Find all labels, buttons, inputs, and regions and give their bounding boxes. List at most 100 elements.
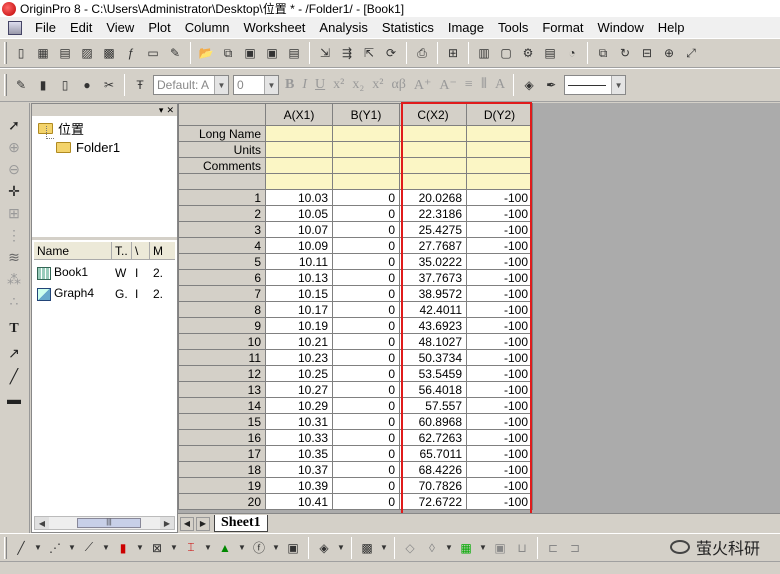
menu-edit[interactable]: Edit xyxy=(63,17,99,38)
pointer-icon[interactable]: ➚ xyxy=(4,115,24,135)
cell-a[interactable]: 10.05 xyxy=(265,205,333,222)
chevron-down-icon[interactable]: ▼ xyxy=(33,538,43,558)
sparkline-cell[interactable] xyxy=(265,173,333,190)
cell-a[interactable]: 10.35 xyxy=(265,445,333,462)
cell-d[interactable]: -100 xyxy=(466,301,533,318)
scroll-left-icon[interactable]: ◀ xyxy=(35,517,49,529)
row-number[interactable]: 7 xyxy=(178,285,266,302)
recalculate-icon[interactable]: ⟳ xyxy=(381,43,401,63)
cell-d[interactable]: -100 xyxy=(466,317,533,334)
new-notes-icon[interactable]: ✎ xyxy=(165,43,185,63)
row-number[interactable]: 1 xyxy=(178,189,266,206)
refresh-icon[interactable]: ↻ xyxy=(615,43,635,63)
menu-plot[interactable]: Plot xyxy=(141,17,177,38)
polar-plot-icon[interactable]: ⓕ xyxy=(249,538,269,558)
units-cell[interactable] xyxy=(265,141,333,158)
cell-c[interactable]: 50.3734 xyxy=(399,349,467,366)
cell-b[interactable]: 0 xyxy=(332,381,400,398)
cell-c[interactable]: 22.3186 xyxy=(399,205,467,222)
row-number[interactable]: 16 xyxy=(178,429,266,446)
font-select[interactable]: Default: A ▼ xyxy=(153,75,229,95)
cell-a[interactable]: 10.37 xyxy=(265,461,333,478)
data-selector-icon[interactable]: ⊞ xyxy=(4,203,24,223)
profile-plot-icon[interactable]: ⊔ xyxy=(512,538,532,558)
cell-d[interactable]: -100 xyxy=(466,205,533,222)
pie-chart-icon[interactable]: ◔ xyxy=(562,43,582,63)
save-window-icon[interactable]: ▣ xyxy=(262,43,282,63)
mask-icon[interactable]: ▮ xyxy=(33,75,53,95)
cell-c[interactable]: 70.7826 xyxy=(399,477,467,494)
cell-d[interactable]: -100 xyxy=(466,477,533,494)
cell-c[interactable]: 57.557 xyxy=(399,397,467,414)
cell-b[interactable]: 0 xyxy=(332,221,400,238)
sparkline-cell[interactable] xyxy=(399,173,467,190)
corner-cell[interactable] xyxy=(178,103,266,126)
row-number[interactable]: 20 xyxy=(178,493,266,510)
zoom-page-icon[interactable]: ⊕ xyxy=(659,43,679,63)
cell-b[interactable]: 0 xyxy=(332,269,400,286)
menu-help[interactable]: Help xyxy=(651,17,692,38)
row-label-units[interactable]: Units xyxy=(178,141,266,158)
3d-wire-icon[interactable]: ◊ xyxy=(422,538,442,558)
column-header-a[interactable]: A(X1) xyxy=(265,103,333,126)
cell-b[interactable]: 0 xyxy=(332,413,400,430)
tab-next-icon[interactable]: ▶ xyxy=(196,516,210,531)
3d-plot-icon[interactable]: ▲ xyxy=(215,538,235,558)
cell-b[interactable]: 0 xyxy=(332,477,400,494)
tree-root[interactable]: 位置 xyxy=(38,119,84,138)
cell-a[interactable]: 10.29 xyxy=(265,397,333,414)
greek-icon[interactable]: αβ xyxy=(387,77,409,93)
cell-b[interactable]: 0 xyxy=(332,445,400,462)
italic-icon[interactable]: I xyxy=(298,77,311,93)
cell-a[interactable]: 10.11 xyxy=(265,253,333,270)
menu-format[interactable]: Format xyxy=(535,17,590,38)
row-number[interactable]: 3 xyxy=(178,221,266,238)
cell-c[interactable]: 53.5459 xyxy=(399,365,467,382)
cell-b[interactable]: 0 xyxy=(332,429,400,446)
toolbar-grip[interactable] xyxy=(4,74,7,96)
cell-d[interactable]: -100 xyxy=(466,253,533,270)
column-align-icon[interactable]: ⦀ xyxy=(477,77,491,93)
row-number[interactable]: 11 xyxy=(178,349,266,366)
chevron-down-icon[interactable]: ▼ xyxy=(203,538,213,558)
explorer-hscrollbar[interactable]: ◀ ||| ▶ xyxy=(34,516,175,530)
layout-icon[interactable]: ⊏ xyxy=(543,538,563,558)
chevron-down-icon[interactable]: ▼ xyxy=(336,538,346,558)
zoom-out-icon[interactable]: ⊖ xyxy=(4,159,24,179)
new-function-icon[interactable]: ƒ xyxy=(121,43,141,63)
row-number[interactable]: 17 xyxy=(178,445,266,462)
new-matrix-icon[interactable]: ▩ xyxy=(99,43,119,63)
row-number[interactable]: 2 xyxy=(178,205,266,222)
message-log-icon[interactable]: ▤ xyxy=(540,43,560,63)
cell-b[interactable]: 0 xyxy=(332,189,400,206)
scatter-plot-icon[interactable]: ⋰ xyxy=(45,538,65,558)
workbook-doc-icon[interactable] xyxy=(8,20,22,35)
chart-mask-icon[interactable]: ▯ xyxy=(55,75,75,95)
tab-sheet1[interactable]: Sheet1 xyxy=(214,515,268,532)
decrease-font-icon[interactable]: A⁻ xyxy=(435,77,461,94)
text-tool-icon[interactable]: T xyxy=(4,319,24,339)
row-number[interactable]: 19 xyxy=(178,477,266,494)
column-header-d[interactable]: D(Y2) xyxy=(466,103,533,126)
cell-d[interactable]: -100 xyxy=(466,413,533,430)
cell-c[interactable]: 35.0222 xyxy=(399,253,467,270)
list-item[interactable]: Book1 W I 2. xyxy=(34,262,175,283)
cell-b[interactable]: 0 xyxy=(332,397,400,414)
command-window-icon[interactable]: ▢ xyxy=(496,43,516,63)
column-header-b[interactable]: B(Y1) xyxy=(332,103,400,126)
column-plot-icon[interactable]: ▮ xyxy=(113,538,133,558)
chevron-down-icon[interactable]: ▼ xyxy=(237,538,247,558)
subscript-icon[interactable]: x₂ xyxy=(348,77,368,93)
import-multiple-icon[interactable]: ⇶ xyxy=(337,43,357,63)
cell-a[interactable]: 10.23 xyxy=(265,349,333,366)
col-header-modified[interactable]: M xyxy=(150,242,175,259)
new-excel-icon[interactable]: ▤ xyxy=(55,43,75,63)
cell-d[interactable]: -100 xyxy=(466,189,533,206)
increase-font-icon[interactable]: A⁺ xyxy=(410,77,436,94)
rectangle-tool-icon[interactable]: ▬ xyxy=(4,389,24,409)
cell-b[interactable]: 0 xyxy=(332,237,400,254)
line-symbol-plot-icon[interactable]: ⟋ xyxy=(79,538,99,558)
long-name-cell[interactable] xyxy=(466,125,533,142)
comments-cell[interactable] xyxy=(466,157,533,174)
cell-b[interactable]: 0 xyxy=(332,333,400,350)
